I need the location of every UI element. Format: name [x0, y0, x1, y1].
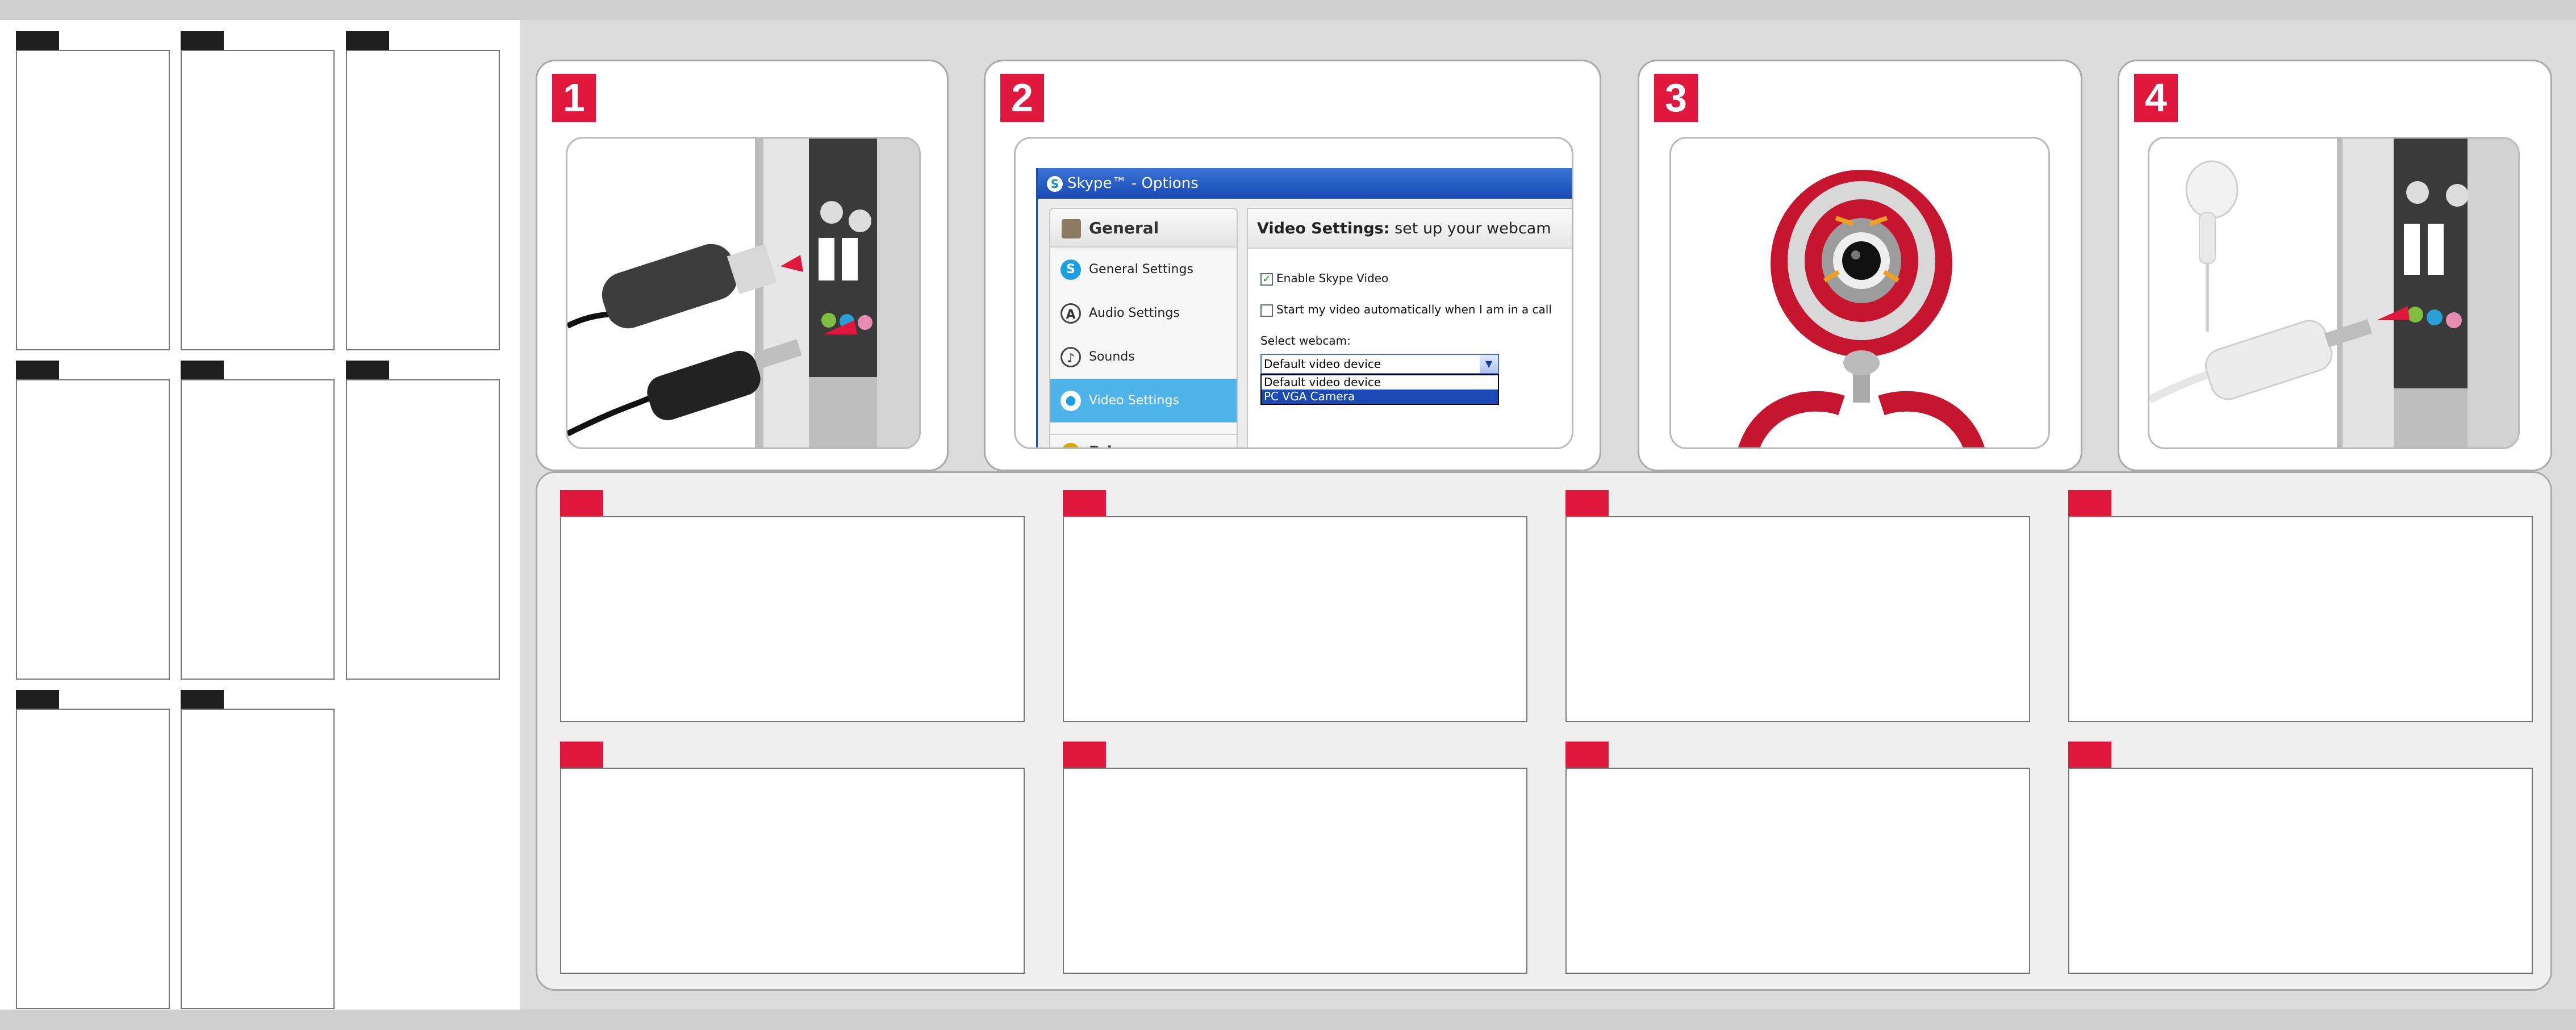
language-tab [16, 361, 59, 379]
text-box-tab [2068, 742, 2111, 768]
auto-start-checkbox-row[interactable]: Start my video automatically when I am i… [1260, 303, 1552, 317]
pane-heading-rest: set up your webcam [1389, 220, 1551, 237]
webcam-illustration [1669, 137, 2050, 449]
text-box [1565, 516, 2030, 722]
video-settings-pane: Video Settings: set up your webcam ✓ Enab… [1247, 208, 1572, 447]
text-box-tab [1565, 490, 1609, 516]
language-text-box [346, 50, 500, 350]
language-text-box [181, 379, 335, 680]
language-text-box [181, 709, 335, 1009]
step-1-panel: 1 [536, 60, 949, 471]
window-title: Skype™ - Options [1067, 175, 1199, 192]
text-box [1063, 768, 1527, 974]
language-tab [181, 361, 224, 379]
webcam-options-list: Default video device PC VGA Camera [1260, 374, 1499, 405]
sidebar-header-privacy[interactable]: Privacy [1050, 434, 1237, 447]
text-box-tab [1565, 742, 1609, 768]
pc-back-panel-usb-icon [567, 139, 919, 447]
webcam-icon [1738, 170, 1985, 447]
video-camera-icon: ● [1061, 391, 1081, 411]
language-text-box [16, 709, 170, 1009]
webcam-option-selected[interactable]: PC VGA Camera [1262, 390, 1498, 404]
language-tab [16, 690, 59, 709]
step-3-panel: 3 [1638, 60, 2082, 471]
sidebar-footer-label: Privacy [1089, 443, 1150, 447]
sidebar-item-video-settings[interactable]: ● Video Settings [1050, 379, 1237, 422]
language-text-box [16, 379, 170, 680]
sidebar-item-label: Audio Settings [1089, 306, 1180, 320]
skype-logo-icon: S [1047, 175, 1063, 192]
text-box [2068, 768, 2533, 974]
step-4-panel: 4 [2118, 60, 2552, 471]
auto-start-label: Start my video automatically when I am i… [1276, 303, 1552, 316]
language-tab [346, 31, 389, 50]
sidebar-header-general[interactable]: General [1050, 209, 1237, 248]
auto-start-checkbox[interactable] [1260, 304, 1273, 317]
sidebar-item-audio-settings[interactable]: A Audio Settings [1050, 291, 1237, 335]
pane-heading: Video Settings: set up your webcam [1248, 209, 1572, 249]
usb-audio-plug-illustration [566, 137, 921, 449]
skype-icon: S [1061, 259, 1081, 280]
text-box [560, 516, 1025, 722]
text-box-tab [560, 490, 603, 516]
text-box-tab [560, 742, 603, 768]
window-titlebar: S Skype™ - Options [1038, 168, 1572, 199]
text-box [1565, 768, 2030, 974]
language-tab [16, 31, 59, 50]
text-box-tab [1063, 490, 1106, 516]
options-sidebar: General S General Settings A Audio Setti… [1049, 208, 1238, 447]
enable-video-checkbox-row[interactable]: ✓ Enable Skype Video [1260, 271, 1388, 286]
skype-options-window: S Skype™ - Options General S General Sett… [1036, 168, 1572, 447]
sidebar-header-label: General [1089, 219, 1159, 237]
text-box-tab [2068, 490, 2111, 516]
language-tab [181, 31, 224, 50]
webcam-option[interactable]: Default video device [1262, 375, 1498, 390]
language-text-box [16, 50, 170, 350]
step-2-panel: 2 S Skype™ - Options General S General Se… [984, 60, 1601, 471]
sidebar-item-general-settings[interactable]: S General Settings [1050, 248, 1237, 291]
text-box-tab [1063, 742, 1106, 768]
step-number: 1 [552, 74, 596, 122]
earphone-plug-illustration [2148, 137, 2520, 449]
audio-settings-icon: A [1061, 303, 1081, 324]
chevron-down-icon[interactable]: ▼ [1480, 355, 1498, 373]
text-box [2068, 516, 2533, 722]
language-tab [346, 361, 389, 379]
general-settings-icon [1062, 219, 1081, 238]
skype-options-screenshot: S Skype™ - Options General S General Sett… [1014, 137, 1573, 449]
step-number: 3 [1654, 74, 1698, 122]
text-box [1063, 516, 1527, 722]
language-tab [181, 690, 224, 709]
language-text-box [346, 379, 500, 680]
step-number: 4 [2134, 74, 2178, 122]
webcam-select[interactable]: Default video device ▼ [1260, 354, 1499, 374]
earphone-jack-icon [2149, 139, 2518, 447]
pane-heading-bold: Video Settings: [1257, 220, 1390, 237]
sidebar-item-label: Sounds [1089, 350, 1135, 364]
sidebar-item-label: Video Settings [1089, 393, 1179, 408]
enable-video-label: Enable Skype Video [1276, 271, 1389, 285]
sidebar-item-label: General Settings [1089, 262, 1193, 277]
text-box [560, 768, 1025, 974]
privacy-lock-icon [1062, 443, 1080, 447]
language-text-box [181, 50, 335, 350]
webcam-select-value: Default video device [1264, 357, 1381, 371]
step-number: 2 [1000, 74, 1044, 122]
enable-video-checkbox[interactable]: ✓ [1260, 273, 1273, 286]
sounds-icon: ♪ [1061, 347, 1081, 367]
sidebar-item-sounds[interactable]: ♪ Sounds [1050, 335, 1237, 379]
select-webcam-label: Select webcam: [1260, 334, 1351, 347]
instruction-sheet: 1 2 S Skype™ - Options General S General… [0, 20, 2576, 1010]
